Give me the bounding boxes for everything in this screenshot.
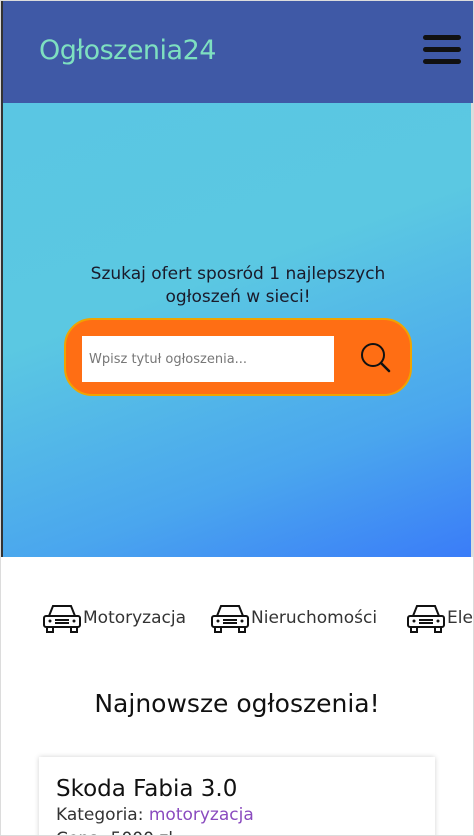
top-header: Ogłoszenia24 <box>1 1 473 103</box>
category-item-motoryzacja[interactable]: Motoryzacja <box>41 601 186 635</box>
menu-bar <box>423 59 461 64</box>
hero-section: Szukaj ofert sposród 1 najlepszych ogłos… <box>1 103 473 557</box>
listing-category-line: Kategoria: motoryzacja <box>56 803 418 827</box>
listing-category-link[interactable]: motoryzacja <box>149 805 254 825</box>
site-logo[interactable]: Ogłoszenia24 <box>39 35 216 66</box>
search-button[interactable] <box>354 338 398 378</box>
hero-title-line1: Szukaj ofert sposród 1 najlepszych <box>90 264 386 284</box>
search-input[interactable] <box>82 336 334 382</box>
category-label: Motoryzacja <box>83 608 187 628</box>
latest-listings-title: Najnowsze ogłoszenia! <box>94 689 380 718</box>
search-icon <box>361 343 391 373</box>
category-item-elektronika[interactable]: Ele <box>405 601 473 635</box>
car-icon <box>43 605 81 633</box>
listing-card[interactable]: Skoda Fabia 3.0 Kategoria: motoryzacja C… <box>39 757 435 835</box>
category-label: Ele <box>447 608 473 628</box>
hamburger-menu-button[interactable] <box>423 35 463 67</box>
hero-title: Szukaj ofert sposród 1 najlepszych ogłos… <box>63 263 413 309</box>
search-box <box>64 318 412 396</box>
page-frame: Ogłoszenia24 Szukaj ofert sposród 1 najl… <box>0 0 474 836</box>
menu-bar <box>423 35 461 40</box>
category-item-nieruchomosci[interactable]: Nieruchomości <box>209 601 377 635</box>
car-icon <box>211 605 249 633</box>
category-strip: Motoryzacja Nieruchomości Ele <box>1 601 473 635</box>
hero-title-line2: ogłoszeń w sieci! <box>165 287 311 307</box>
listing-category-label: Kategoria: <box>56 805 144 825</box>
category-label: Nieruchomości <box>251 608 378 628</box>
menu-bar <box>423 47 461 52</box>
car-icon <box>407 605 445 633</box>
listing-title[interactable]: Skoda Fabia 3.0 <box>56 775 418 803</box>
scrollbar-edge <box>471 103 473 557</box>
listing-price-line: Cena: 5000 zł <box>56 827 418 835</box>
